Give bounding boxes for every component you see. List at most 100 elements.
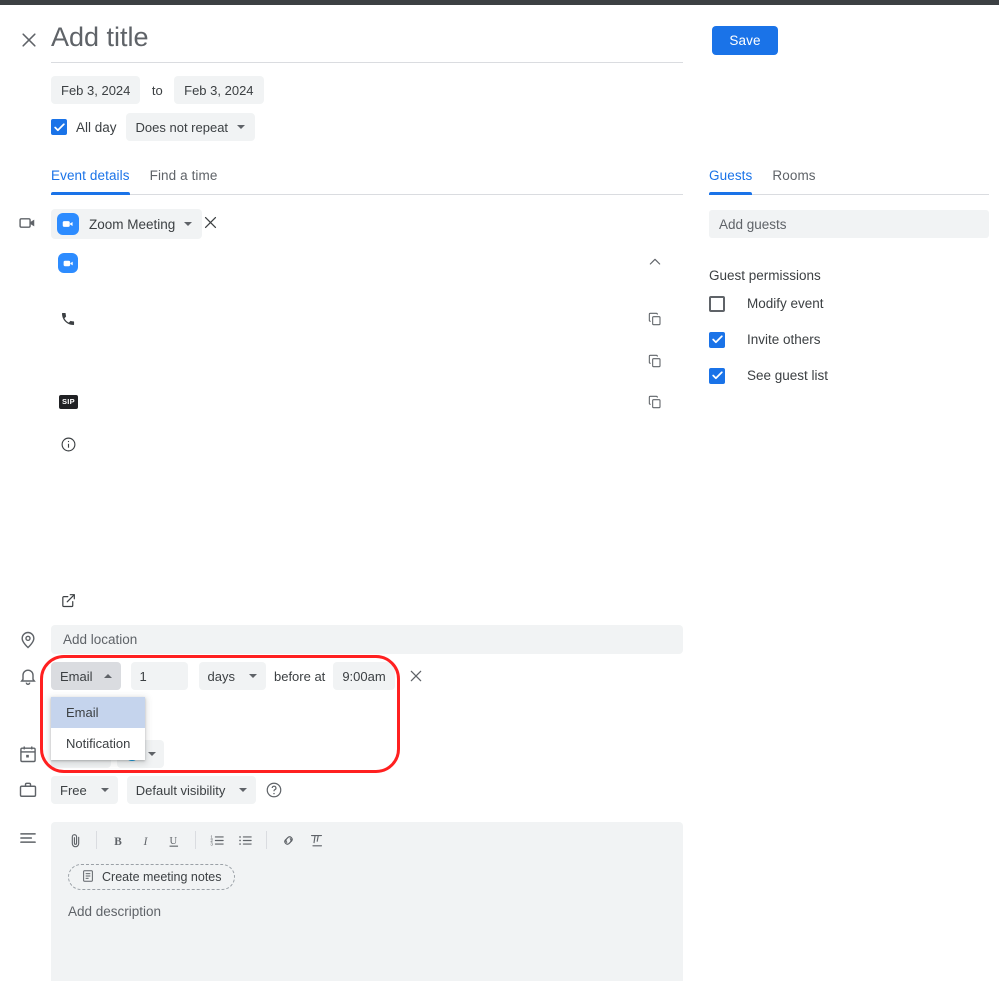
svg-text:3: 3 [210, 841, 213, 846]
copy-icon[interactable] [647, 311, 665, 329]
see-guest-list-checkbox[interactable] [709, 367, 725, 384]
invite-others-checkbox[interactable] [709, 331, 725, 348]
chevron-up-icon[interactable] [647, 254, 665, 272]
repeat-select[interactable]: Does not repeat [125, 113, 256, 141]
add-guests-placeholder: Add guests [719, 216, 787, 232]
attach-icon[interactable] [61, 826, 89, 854]
permission-invite-others[interactable]: Invite others [709, 327, 828, 352]
clear-formatting-icon[interactable] [302, 826, 330, 854]
external-link-icon[interactable] [60, 592, 78, 610]
modify-event-checkbox[interactable] [709, 295, 725, 312]
location-pin-icon [18, 630, 38, 650]
zoom-icon [58, 253, 78, 273]
svg-text:B: B [114, 835, 122, 847]
svg-text:U: U [169, 836, 177, 847]
notification-method-dropdown: Email Notification [51, 697, 145, 760]
info-icon [60, 436, 77, 453]
remove-notification-icon[interactable] [405, 665, 427, 687]
editor-header: Save [0, 5, 999, 65]
busy-status-value: Free [60, 782, 87, 798]
tab-event-details[interactable]: Event details [51, 168, 130, 195]
permission-label: Invite others [747, 332, 821, 347]
guest-permissions-title: Guest permissions [709, 268, 821, 283]
toolbar-divider [195, 831, 196, 849]
description-editor: B I U 1 2 3 Create meeting notes Add des… [51, 822, 683, 981]
description-input[interactable]: Add description [68, 904, 683, 919]
chevron-down-icon [237, 125, 246, 129]
save-button[interactable]: Save [712, 26, 778, 55]
copy-icon[interactable] [647, 353, 665, 371]
video-camera-icon [18, 213, 38, 233]
notification-row: Email days before at 9:00am [51, 662, 427, 690]
notification-amount-input[interactable] [130, 662, 188, 690]
event-title-input[interactable] [51, 20, 683, 63]
event-editor-window: Save Feb 3, 2024 to Feb 3, 2024 All day … [0, 0, 999, 981]
remove-conference-icon[interactable] [202, 214, 222, 234]
phone-icon [60, 311, 76, 327]
notification-before-at-label: before at [273, 668, 326, 684]
chevron-down-icon [100, 788, 109, 792]
all-day-checkbox[interactable] [51, 119, 67, 135]
notification-method-value: Email [60, 668, 93, 684]
right-tabs: Guests Rooms [709, 168, 989, 195]
create-meeting-notes-button[interactable]: Create meeting notes [68, 864, 235, 890]
location-input[interactable]: Add location [51, 625, 683, 654]
link-icon[interactable] [274, 826, 302, 854]
document-icon [81, 869, 95, 886]
repeat-select-value: Does not repeat [135, 119, 229, 135]
permission-see-guest-list[interactable]: See guest list [709, 363, 828, 388]
create-meeting-notes-label: Create meeting notes [102, 870, 222, 884]
close-icon[interactable] [16, 27, 42, 53]
italic-icon[interactable]: I [132, 826, 160, 854]
description-toolbar: B I U 1 2 3 [51, 822, 683, 858]
all-day-label: All day [76, 119, 117, 135]
chevron-down-icon [184, 222, 193, 226]
tab-rooms[interactable]: Rooms [772, 168, 815, 194]
visibility-value: Default visibility [135, 782, 226, 798]
chevron-up-icon [103, 674, 112, 678]
start-date-chip[interactable]: Feb 3, 2024 [51, 76, 141, 104]
event-title-wrapper [51, 20, 683, 63]
help-circle-icon[interactable] [265, 781, 283, 799]
sip-icon: SIP [59, 395, 78, 409]
copy-icon[interactable] [647, 394, 665, 412]
chevron-down-icon [148, 752, 156, 756]
permission-modify-event[interactable]: Modify event [709, 291, 828, 316]
notification-method-select[interactable]: Email [51, 662, 121, 690]
busy-status-select[interactable]: Free [51, 776, 118, 804]
bold-icon[interactable]: B [104, 826, 132, 854]
description-lines-icon [18, 828, 38, 848]
add-guests-input[interactable]: Add guests [709, 210, 989, 238]
dropdown-option-notification[interactable]: Notification [51, 728, 145, 759]
visibility-select[interactable]: Default visibility [126, 776, 257, 804]
all-day-row: All day Does not repeat [51, 113, 256, 141]
chevron-down-icon [248, 674, 257, 678]
date-bar: Feb 3, 2024 to Feb 3, 2024 [51, 76, 264, 104]
permission-label: Modify event [747, 296, 824, 311]
notification-time-chip[interactable]: 9:00am [333, 662, 395, 690]
end-date-chip[interactable]: Feb 3, 2024 [174, 76, 264, 104]
chevron-down-icon [239, 788, 248, 792]
dropdown-option-email[interactable]: Email [51, 697, 145, 728]
zoom-icon [57, 213, 79, 235]
tab-guests[interactable]: Guests [709, 168, 753, 195]
underline-icon[interactable]: U [160, 826, 188, 854]
notification-unit-select[interactable]: days [198, 662, 266, 690]
availability-row: Free Default visibility [51, 776, 283, 804]
numbered-list-icon[interactable]: 1 2 3 [203, 826, 231, 854]
conference-provider-label: Zoom Meeting [89, 216, 176, 232]
bell-icon [18, 666, 38, 686]
guest-permissions-list: Modify event Invite others See guest lis… [709, 291, 828, 388]
location-placeholder: Add location [63, 632, 138, 647]
tab-find-a-time[interactable]: Find a time [150, 168, 218, 194]
briefcase-icon [18, 780, 38, 800]
toolbar-divider [266, 831, 267, 849]
left-tabs: Event details Find a time [51, 168, 683, 195]
bulleted-list-icon[interactable] [231, 826, 259, 854]
permission-label: See guest list [747, 368, 829, 383]
date-range-separator: to [151, 82, 163, 98]
notification-unit-value: days [207, 668, 235, 684]
conference-provider-select[interactable]: Zoom Meeting [51, 209, 203, 239]
calendar-icon [18, 744, 38, 764]
toolbar-divider [96, 831, 97, 849]
